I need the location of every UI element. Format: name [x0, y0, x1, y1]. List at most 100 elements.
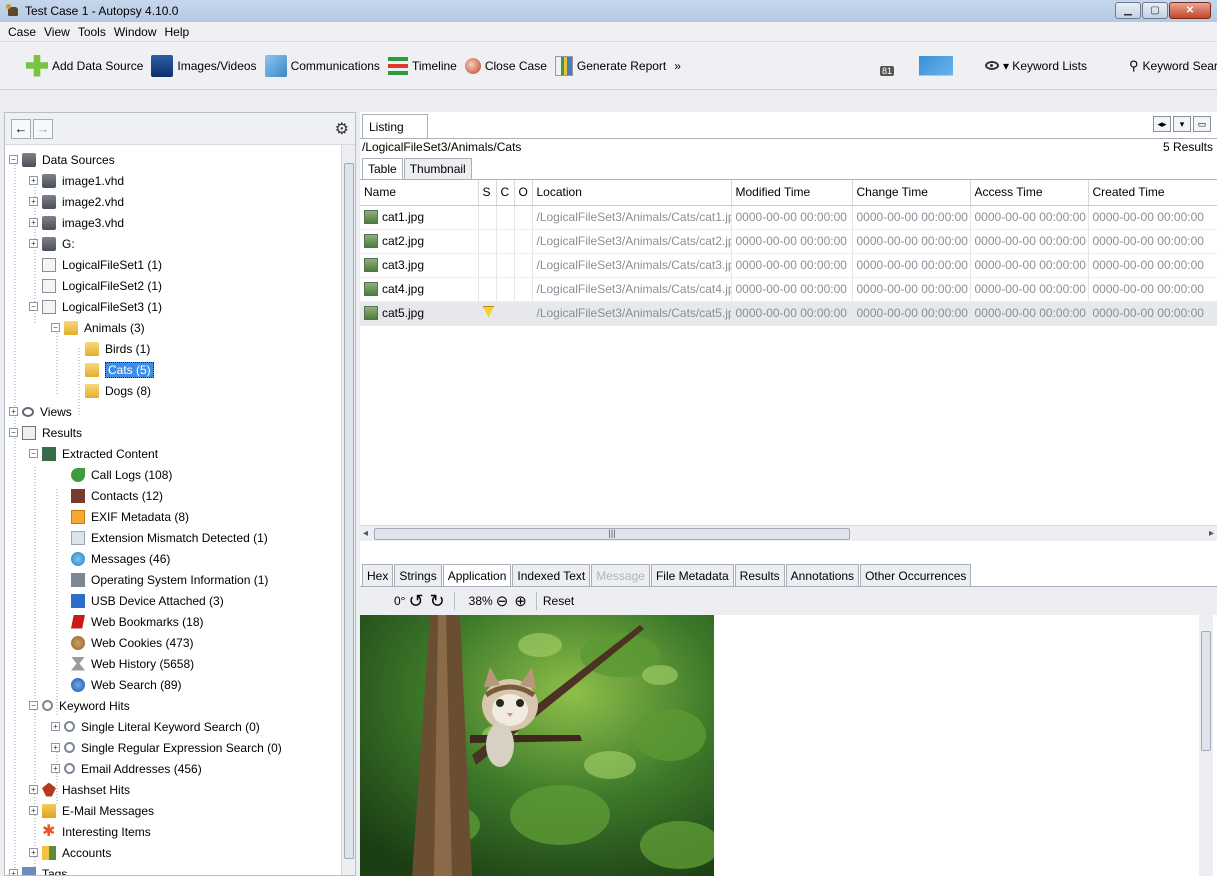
expand-icon[interactable]: +	[51, 764, 60, 773]
table-row[interactable]: cat3.jpg /LogicalFileSet3/Animals/Cats/c…	[360, 253, 1217, 278]
viewer-scrollbar[interactable]	[1199, 615, 1213, 876]
dropdown-icon[interactable]: ▾	[1173, 116, 1191, 132]
tree-node-single-literal[interactable]: + Single Literal Keyword Search (0)	[51, 716, 260, 737]
close-window-button[interactable]: ✕	[1169, 2, 1211, 19]
collapse-icon[interactable]: −	[29, 449, 38, 458]
maximize-panel-icon[interactable]: ▭	[1193, 116, 1211, 132]
table-row[interactable]: cat1.jpg /LogicalFileSet3/Animals/Cats/c…	[360, 205, 1217, 230]
expand-icon[interactable]: +	[9, 869, 18, 875]
column-header-location[interactable]: Location	[532, 180, 732, 206]
minimize-button[interactable]: ▁	[1115, 2, 1141, 19]
tab-message[interactable]: Message	[591, 564, 650, 586]
tree-node-web-bookmarks[interactable]: Web Bookmarks (18)	[71, 611, 203, 632]
tree-node-interesting-items[interactable]: ✱ Interesting Items	[42, 821, 151, 842]
maximize-button[interactable]: ▢	[1142, 2, 1168, 19]
add-data-source-button[interactable]: Add Data Source	[26, 54, 143, 77]
expand-icon[interactable]: +	[51, 722, 60, 731]
tab-indexed-text[interactable]: Indexed Text	[512, 564, 591, 586]
column-header-created[interactable]: Created Time	[1088, 180, 1217, 206]
tree-node-birds[interactable]: Birds (1)	[85, 338, 150, 359]
menu-window[interactable]: Window	[110, 25, 161, 39]
tree-node-messages[interactable]: Messages (46)	[71, 548, 170, 569]
tree-node-logicalfileset1[interactable]: LogicalFileSet1 (1)	[42, 254, 162, 275]
zoom-out-icon[interactable]: ⊖	[496, 592, 509, 610]
scrollbar-thumb[interactable]: |||	[374, 528, 850, 540]
column-header-change[interactable]: Change Time	[852, 180, 971, 206]
column-header-access[interactable]: Access Time	[970, 180, 1089, 206]
scroll-right-icon[interactable]: ▸	[1209, 528, 1214, 539]
collapse-icon[interactable]: −	[9, 428, 18, 437]
tree-node-call-logs[interactable]: Call Logs (108)	[71, 464, 172, 485]
scroll-left-icon[interactable]: ◂	[363, 528, 368, 539]
tree-node-image1[interactable]: + image1.vhd	[29, 170, 124, 191]
table-row[interactable]: cat4.jpg /LogicalFileSet3/Animals/Cats/c…	[360, 277, 1217, 302]
expand-icon[interactable]: +	[9, 407, 18, 416]
tree-node-email-addresses[interactable]: + Email Addresses (456)	[51, 758, 202, 779]
communications-button[interactable]: Communications	[264, 54, 380, 77]
table-row-selected[interactable]: cat5.jpg /LogicalFileSet3/Animals/Cats/c…	[360, 301, 1217, 326]
collapse-icon[interactable]: −	[51, 323, 60, 332]
expand-icon[interactable]: +	[29, 218, 38, 227]
tree-node-data-sources[interactable]: − Data Sources	[9, 149, 115, 170]
menu-case[interactable]: Case	[4, 25, 40, 39]
expand-icon[interactable]: +	[29, 806, 38, 815]
rotate-left-icon[interactable]: ↺	[408, 591, 423, 612]
tab-strings[interactable]: Strings	[394, 564, 442, 586]
keyword-lists-button[interactable]: ▾ Keyword Lists	[984, 59, 1087, 73]
tree-node-single-regex[interactable]: + Single Regular Expression Search (0)	[51, 737, 282, 758]
tree-node-keyword-hits[interactable]: − Keyword Hits	[29, 695, 130, 716]
tree-node-usb[interactable]: USB Device Attached (3)	[71, 590, 224, 611]
tree-node-hashset-hits[interactable]: + Hashset Hits	[29, 779, 130, 800]
tree-node-exif[interactable]: EXIF Metadata (8)	[71, 506, 189, 527]
collapse-icon[interactable]: −	[29, 701, 38, 710]
expand-icon[interactable]: +	[29, 785, 38, 794]
close-case-button[interactable]: Close Case	[464, 57, 547, 74]
tree-node-logicalfileset3[interactable]: − LogicalFileSet3 (1)	[29, 296, 162, 317]
collapse-icon[interactable]: −	[9, 155, 18, 164]
tree-node-web-cookies[interactable]: Web Cookies (473)	[71, 632, 194, 653]
reset-button[interactable]: Reset	[543, 594, 574, 608]
column-header-modified[interactable]: Modified Time	[731, 180, 853, 206]
table-horizontal-scrollbar[interactable]: ◂ ||| ▸	[360, 525, 1217, 541]
tab-results[interactable]: Results	[734, 564, 785, 586]
expand-icon[interactable]: +	[29, 197, 38, 206]
tree-node-logicalfileset2[interactable]: LogicalFileSet2 (1)	[42, 275, 162, 296]
tab-thumbnail[interactable]: Thumbnail	[403, 158, 472, 179]
menu-tools[interactable]: Tools	[74, 25, 110, 39]
timeline-button[interactable]: Timeline	[387, 56, 457, 75]
more-chevron-icon[interactable]: »	[674, 59, 681, 73]
column-header-name[interactable]: Name	[360, 180, 479, 206]
menu-view[interactable]: View	[40, 25, 74, 39]
scrollbar-thumb[interactable]	[344, 163, 354, 859]
tree-node-image3[interactable]: + image3.vhd	[29, 212, 124, 233]
tab-hex[interactable]: Hex	[362, 564, 394, 586]
tree-node-web-history[interactable]: Web History (5658)	[71, 653, 194, 674]
rotate-right-icon[interactable]: ↻	[430, 591, 445, 612]
expand-icon[interactable]: +	[29, 239, 38, 248]
tree-node-extracted-content[interactable]: − Extracted Content	[29, 443, 158, 464]
tree-node-web-search[interactable]: Web Search (89)	[71, 674, 182, 695]
tab-scroll-arrows-icon[interactable]: ◂▸	[1153, 116, 1171, 132]
collapse-icon[interactable]: −	[29, 302, 38, 311]
table-row[interactable]: cat2.jpg /LogicalFileSet3/Animals/Cats/c…	[360, 229, 1217, 254]
tree-scrollbar[interactable]	[341, 145, 355, 875]
email-notification-button[interactable]	[918, 55, 953, 76]
tree-node-dogs[interactable]: Dogs (8)	[85, 380, 151, 401]
tab-file-metadata[interactable]: File Metadata	[650, 564, 734, 586]
tab-listing[interactable]: Listing	[362, 114, 428, 138]
gear-icon[interactable]: ⚙	[335, 119, 349, 139]
tree-node-cats[interactable]: Cats (5)	[85, 359, 154, 380]
tree-node-os-info[interactable]: Operating System Information (1)	[71, 569, 268, 590]
tree-node-views[interactable]: + Views	[9, 401, 72, 422]
zoom-in-icon[interactable]: ⊕	[514, 592, 527, 610]
tab-table[interactable]: Table	[362, 158, 403, 179]
tab-application[interactable]: Application	[442, 564, 512, 586]
tree-node-tags[interactable]: + Tags	[9, 863, 67, 875]
tab-annotations[interactable]: Annotations	[785, 564, 860, 586]
tree-node-email-messages[interactable]: + E-Mail Messages	[29, 800, 154, 821]
tree-node-animals[interactable]: − Animals (3)	[51, 317, 145, 338]
expand-icon[interactable]: +	[51, 743, 60, 752]
tree-node-extension-mismatch[interactable]: Extension Mismatch Detected (1)	[71, 527, 268, 548]
tree-node-g-drive[interactable]: + G:	[29, 233, 75, 254]
tree-node-accounts[interactable]: + Accounts	[29, 842, 111, 863]
